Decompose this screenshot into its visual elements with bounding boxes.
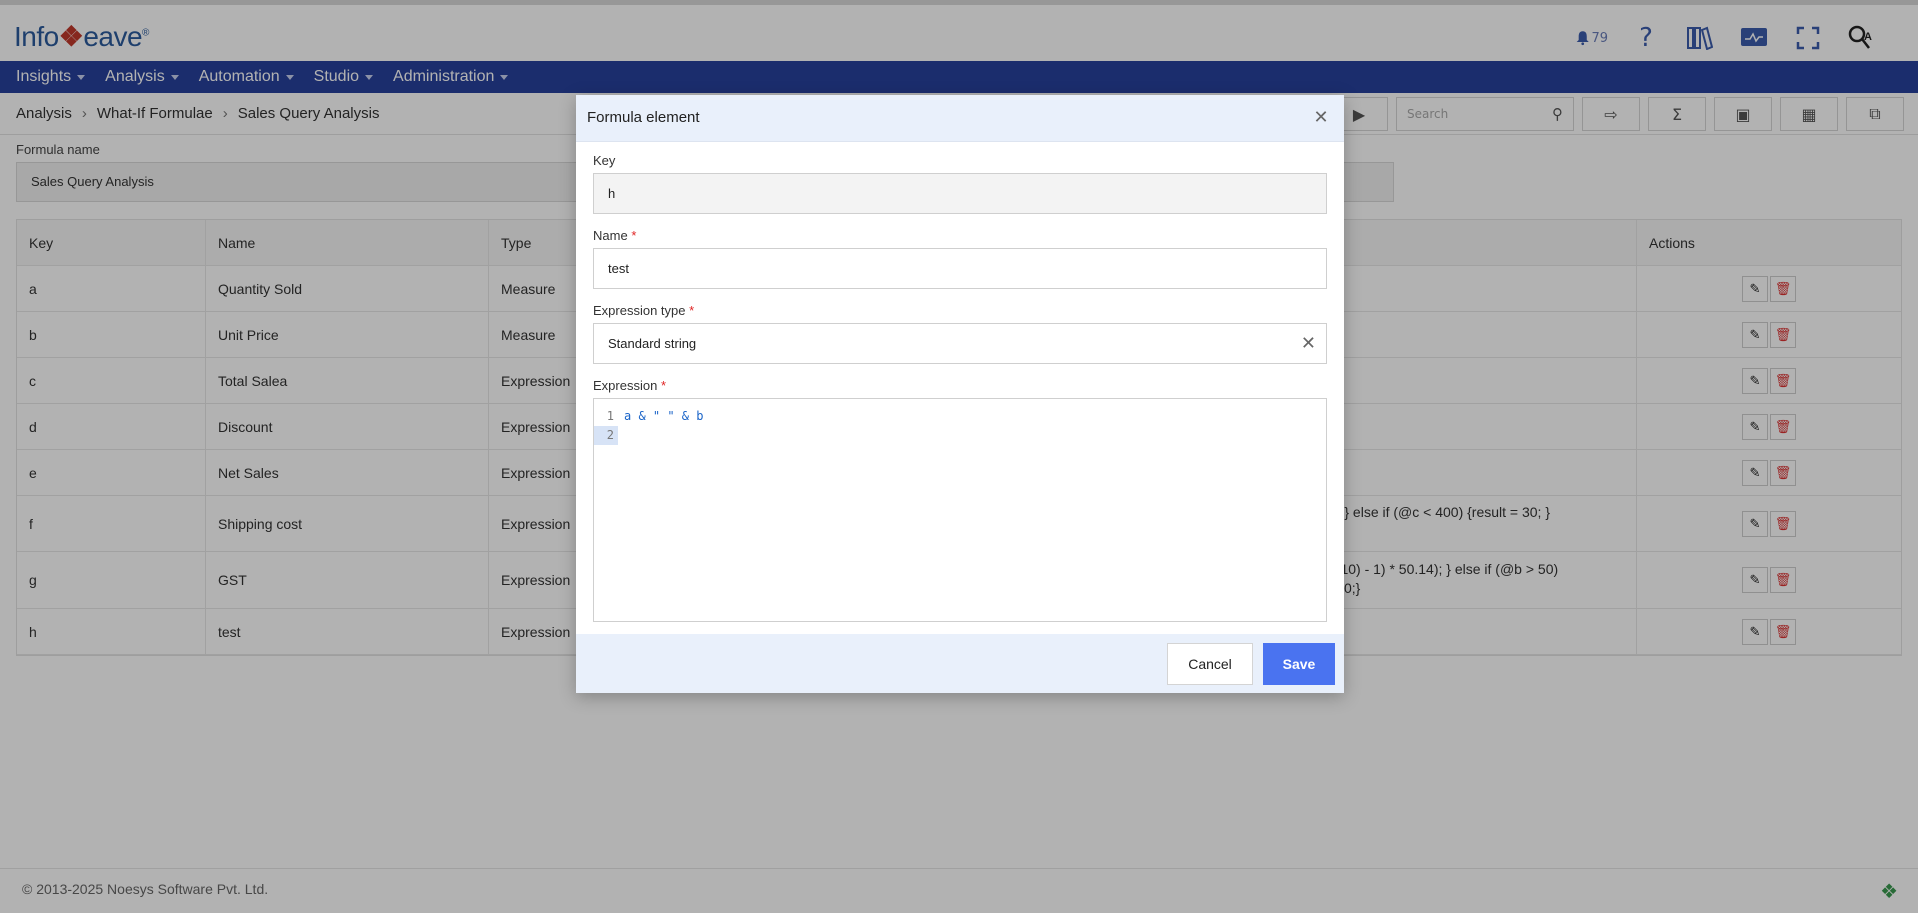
expression-code-editor[interactable]: 1 2 a & " " & b	[593, 398, 1327, 622]
dialog-footer: Cancel Save	[576, 634, 1344, 693]
expression-type-label: Expression type *	[593, 303, 695, 318]
cancel-button[interactable]: Cancel	[1167, 643, 1253, 685]
name-field[interactable]: test	[593, 248, 1327, 289]
save-button[interactable]: Save	[1263, 643, 1335, 685]
name-label: Name *	[593, 228, 637, 243]
dialog-title: Formula element	[587, 109, 700, 126]
line-number: 1	[606, 409, 614, 423]
clear-icon[interactable]: ✕	[1301, 333, 1316, 354]
line-gutter: 1 2	[594, 399, 618, 621]
code-line: a & " " & b	[624, 409, 704, 423]
close-icon[interactable]: ✕	[1310, 106, 1332, 128]
dialog-header: Formula element ✕	[576, 95, 1344, 142]
expression-type-select[interactable]: Standard string ✕	[593, 323, 1327, 364]
line-number: 2	[594, 426, 618, 445]
expression-label: Expression *	[593, 378, 666, 393]
key-field: h	[593, 173, 1327, 214]
formula-element-dialog: Formula element ✕ Key h Name * test Expr…	[576, 95, 1344, 693]
key-label: Key	[593, 153, 616, 168]
